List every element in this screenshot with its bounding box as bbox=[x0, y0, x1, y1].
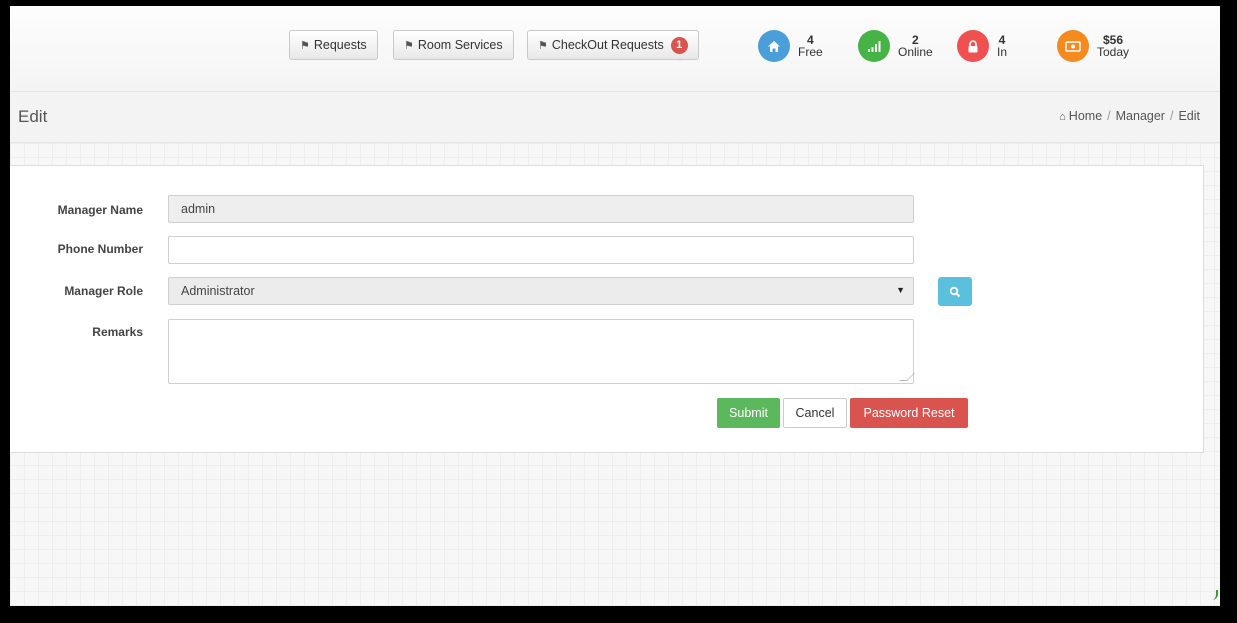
phone-number-field[interactable] bbox=[168, 236, 914, 264]
stat-free-label: Free bbox=[798, 45, 823, 59]
content-area: Manager Name admin Phone Number Manager … bbox=[10, 143, 1220, 606]
resize-corner-icon bbox=[1210, 590, 1218, 600]
requests-button[interactable]: ⚑ Requests bbox=[289, 30, 378, 60]
requests-label: Requests bbox=[313, 38, 367, 52]
breadcrumb-manager[interactable]: Manager bbox=[1116, 109, 1165, 123]
search-button[interactable] bbox=[938, 277, 972, 306]
stat-online-label: Online bbox=[898, 45, 933, 59]
edit-manager-form: Manager Name admin Phone Number Manager … bbox=[10, 165, 1204, 453]
money-icon bbox=[1057, 30, 1089, 62]
stat-online[interactable]: 2 Online bbox=[858, 30, 933, 62]
top-navbar: ⚑ Requests ⚑ Room Services ⚑ CheckOut Re… bbox=[10, 6, 1220, 92]
page-title: Edit bbox=[18, 107, 48, 126]
checkout-requests-label: CheckOut Requests bbox=[551, 38, 664, 52]
page-header: Edit ⌂ Home / Manager / Edit bbox=[10, 92, 1220, 143]
home-icon bbox=[758, 30, 790, 62]
phone-number-label: Phone Number bbox=[57, 242, 143, 256]
room-services-label: Room Services bbox=[417, 38, 503, 52]
resize-grip-icon[interactable] bbox=[899, 373, 915, 381]
manager-role-label: Manager Role bbox=[64, 284, 143, 298]
breadcrumb-edit: Edit bbox=[1178, 109, 1200, 123]
dropdown-arrow-icon: ▼ bbox=[896, 285, 905, 295]
manager-role-value: Administrator bbox=[181, 284, 255, 298]
stat-in[interactable]: 4 In bbox=[957, 30, 1007, 62]
stat-in-label: In bbox=[997, 45, 1008, 59]
home-icon: ⌂ bbox=[1059, 111, 1066, 123]
signal-icon bbox=[858, 30, 890, 62]
checkout-count-badge: 1 bbox=[670, 36, 688, 54]
stat-today[interactable]: $56 Today bbox=[1057, 30, 1129, 62]
megaphone-icon: ⚑ bbox=[538, 39, 548, 52]
stat-today-label: Today bbox=[1097, 45, 1130, 59]
manager-name-label: Manager Name bbox=[57, 203, 143, 217]
remarks-label: Remarks bbox=[92, 325, 143, 339]
remarks-textarea[interactable] bbox=[168, 319, 915, 384]
breadcrumb-home[interactable]: Home bbox=[1069, 109, 1102, 123]
room-services-button[interactable]: ⚑ Room Services bbox=[393, 30, 514, 60]
manager-name-field[interactable]: admin bbox=[168, 195, 914, 223]
checkout-requests-button[interactable]: ⚑ CheckOut Requests 1 bbox=[527, 30, 699, 60]
manager-role-select[interactable]: Administrator ▼ bbox=[168, 277, 914, 305]
search-icon bbox=[949, 286, 961, 297]
cancel-button[interactable]: Cancel bbox=[783, 398, 847, 428]
lock-icon bbox=[957, 30, 989, 62]
megaphone-icon: ⚑ bbox=[404, 39, 414, 52]
breadcrumb: ⌂ Home / Manager / Edit bbox=[1059, 109, 1200, 123]
submit-button[interactable]: Submit bbox=[717, 398, 780, 428]
app-window: ⚑ Requests ⚑ Room Services ⚑ CheckOut Re… bbox=[10, 6, 1220, 606]
megaphone-icon: ⚑ bbox=[300, 39, 310, 52]
password-reset-button[interactable]: Password Reset bbox=[850, 398, 968, 428]
stat-free[interactable]: 4 Free bbox=[758, 30, 823, 62]
